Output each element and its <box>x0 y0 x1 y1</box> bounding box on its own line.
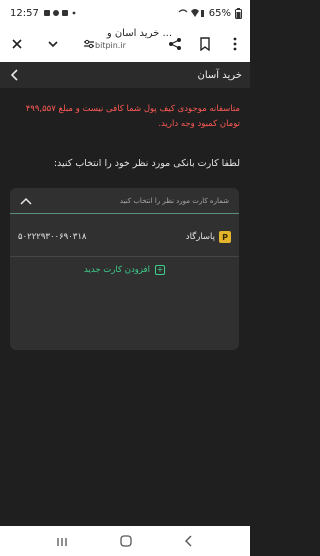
card-selector-label: شماره کارت مورد نظر را انتخاب کنید <box>119 196 229 205</box>
more-icon <box>233 37 237 51</box>
home-button[interactable] <box>120 532 132 551</box>
battery-icon <box>235 7 242 19</box>
recents-button[interactable] <box>56 532 68 551</box>
close-icon <box>12 39 22 49</box>
divider <box>10 213 239 214</box>
chevron-up-icon <box>20 197 32 205</box>
chevron-left-icon <box>10 68 18 81</box>
collapse-button[interactable] <box>42 33 64 55</box>
select-card-prompt: لطفا کارت بانکی مورد نظر خود را انتخاب ک… <box>53 158 240 169</box>
battery-percent: 65% <box>208 7 231 19</box>
bank-card-item[interactable]: ۵۰۲۲۲۹۳۰۰۶۹۰۳۱۸ P پاسارگاد <box>10 224 239 250</box>
browser-toolbar: خرید آسان و ... bitpin.ir <box>0 26 250 62</box>
card-selector-header[interactable]: شماره کارت مورد نظر را انتخاب کنید <box>10 188 239 213</box>
bookmark-button[interactable] <box>194 33 216 55</box>
system-nav-bar <box>0 526 250 556</box>
page-domain: bitpin.ir <box>95 41 126 50</box>
card-selector: شماره کارت مورد نظر را انتخاب کنید ۵۰۲۲۲… <box>10 188 239 350</box>
status-bar: 12:57 65% <box>0 0 250 26</box>
recents-icon <box>57 537 67 546</box>
page-title-header: خرید آسان <box>197 69 242 81</box>
add-card-button[interactable]: + افزودن کارت جدید <box>10 265 239 275</box>
notification-icons <box>43 10 76 16</box>
bank-info: P پاسارگاد <box>186 231 231 243</box>
wifi-icon <box>178 9 204 17</box>
back-button[interactable] <box>10 66 20 85</box>
card-number: ۵۰۲۲۲۹۳۰۰۶۹۰۳۱۸ <box>18 232 87 242</box>
add-card-label: افزودن کارت جدید <box>84 265 150 275</box>
status-right: 65% <box>177 7 242 19</box>
share-button[interactable] <box>164 33 186 55</box>
insufficient-balance-warning: متاسفانه موجودی کیف پول شما کافی نیست و … <box>25 104 240 129</box>
chevron-down-icon <box>48 41 58 48</box>
home-icon <box>120 534 132 547</box>
app-header: خرید آسان <box>0 62 250 88</box>
page-title-box[interactable]: خرید آسان و ... bitpin.ir <box>92 28 172 50</box>
back-icon <box>185 535 192 546</box>
divider <box>10 256 239 257</box>
close-button[interactable] <box>6 33 28 55</box>
plus-icon: + <box>154 265 165 275</box>
bookmark-icon <box>200 37 210 51</box>
status-left: 12:57 <box>10 8 83 19</box>
share-icon <box>169 38 181 50</box>
more-button[interactable] <box>224 33 246 55</box>
page-title: خرید آسان و ... <box>106 28 172 39</box>
status-time: 12:57 <box>10 7 39 19</box>
bank-name: پاسارگاد <box>185 232 215 242</box>
back-nav-button[interactable] <box>184 532 194 551</box>
bank-logo-icon: P <box>219 231 231 243</box>
